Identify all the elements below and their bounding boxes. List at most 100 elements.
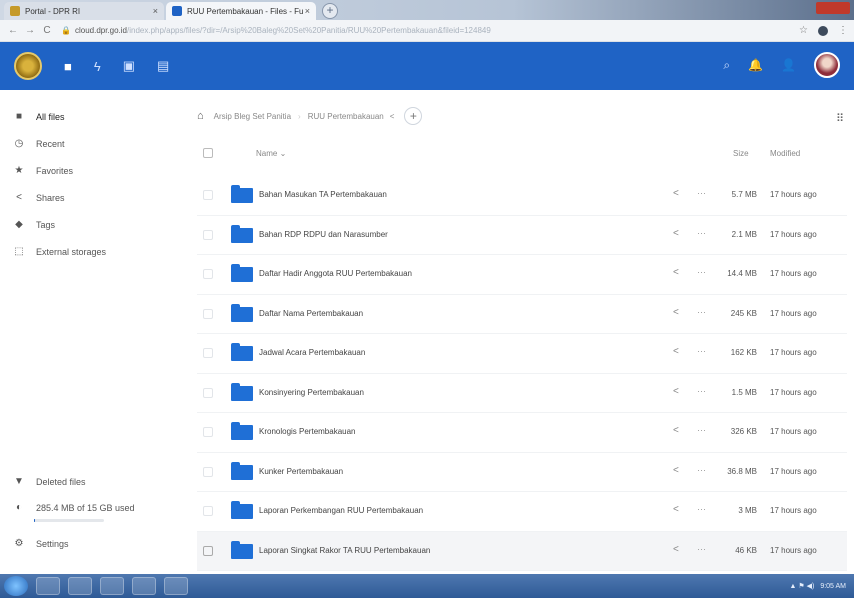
folder-icon[interactable] bbox=[231, 343, 253, 361]
column-header-modified[interactable]: Modified bbox=[770, 149, 800, 158]
file-name[interactable]: Konsinyering Pertembakauan bbox=[259, 388, 364, 397]
close-tab-icon[interactable]: × bbox=[153, 6, 158, 16]
share-icon[interactable]: < bbox=[673, 267, 679, 278]
column-header-name[interactable]: Name ⌄ bbox=[256, 149, 286, 158]
row-checkbox[interactable] bbox=[203, 308, 213, 319]
taskbar-app-word[interactable] bbox=[132, 577, 156, 595]
file-name[interactable]: Laporan Perkembangan RUU Pertembakauan bbox=[259, 506, 423, 515]
file-row[interactable]: Daftar Nama Pertembakauan < ··· 245 KB 17 ho… bbox=[197, 295, 847, 334]
file-row[interactable]: Jadwal Acara Pertembakauan < ··· 162 KB 17 h… bbox=[197, 334, 847, 374]
storage-quota[interactable]: ◐ 285.4 MB of 15 GB used bbox=[12, 502, 135, 513]
browser-tab-portal[interactable]: Portal - DPR RI × bbox=[4, 2, 164, 20]
file-row[interactable]: Bahan Masukan TA Pertembakauan < ··· 5.7 MB… bbox=[197, 176, 847, 216]
files-app-icon[interactable]: ■ bbox=[64, 59, 72, 74]
file-name[interactable]: Daftar Nama Pertembakauan bbox=[259, 309, 363, 318]
select-all-checkbox[interactable] bbox=[203, 148, 213, 158]
sidebar-item-shares[interactable]: < Shares bbox=[12, 192, 64, 203]
bookmark-star-icon[interactable]: ☆ bbox=[799, 25, 808, 36]
row-checkbox[interactable] bbox=[203, 190, 213, 200]
file-name[interactable]: Kunker Pertembakauan bbox=[259, 467, 343, 476]
start-button[interactable] bbox=[4, 576, 28, 596]
folder-icon[interactable] bbox=[231, 382, 253, 401]
share-icon[interactable]: < bbox=[673, 386, 679, 397]
taskbar-app-media[interactable] bbox=[100, 577, 124, 595]
folder-icon[interactable] bbox=[231, 501, 253, 519]
folder-icon[interactable] bbox=[231, 224, 253, 243]
breadcrumb-item[interactable]: Arsip Bleg Set Panitia bbox=[214, 112, 291, 121]
file-name[interactable]: Daftar Hadir Anggota RUU Pertembakauan bbox=[259, 269, 412, 278]
folder-icon[interactable] bbox=[231, 422, 253, 440]
window-close-button[interactable] bbox=[816, 2, 850, 14]
share-folder-icon[interactable]: < bbox=[390, 112, 395, 121]
share-icon[interactable]: < bbox=[673, 188, 679, 199]
forward-icon[interactable]: → bbox=[23, 25, 37, 36]
file-name[interactable]: Jadwal Acara Pertembakauan bbox=[259, 348, 365, 357]
url-field[interactable]: 🔒 cloud.dpr.go.id /index.php/apps/files/… bbox=[61, 23, 761, 39]
sidebar-item-all-files[interactable]: ■ All files bbox=[12, 111, 65, 122]
sidebar-item-external-storages[interactable]: ⬚ External storages bbox=[12, 246, 106, 257]
folder-icon[interactable] bbox=[231, 264, 253, 282]
column-header-size[interactable]: Size bbox=[733, 149, 749, 158]
folder-icon[interactable] bbox=[231, 461, 253, 480]
back-icon[interactable]: ← bbox=[6, 25, 20, 36]
search-icon[interactable]: ⌕ bbox=[723, 58, 730, 73]
folder-icon[interactable] bbox=[231, 540, 253, 559]
file-row[interactable]: Konsinyering Pertembakauan < ··· 1.5 MB 17 h… bbox=[197, 374, 847, 413]
taskbar-app-folder[interactable] bbox=[164, 577, 188, 595]
home-icon[interactable]: ⌂ bbox=[197, 110, 204, 122]
sidebar-item-deleted-files[interactable]: ▼ Deleted files bbox=[12, 476, 85, 487]
grid-view-toggle-icon[interactable]: ⠿ bbox=[836, 112, 844, 125]
file-row[interactable]: Laporan Singkat Rakor TA RUU Pertembakau… bbox=[197, 531, 847, 571]
add-new-button[interactable]: + bbox=[404, 107, 423, 125]
file-name[interactable]: Bahan RDP RDPU dan Narasumber bbox=[259, 230, 388, 239]
reload-icon[interactable]: C bbox=[40, 25, 54, 36]
sidebar-item-label: Recent bbox=[36, 138, 65, 149]
new-tab-button[interactable]: + bbox=[322, 3, 338, 19]
folder-icon[interactable] bbox=[231, 303, 253, 322]
sidebar-item-tags[interactable]: ◆ Tags bbox=[12, 219, 55, 230]
share-icon[interactable]: < bbox=[673, 307, 679, 318]
breadcrumb-item-current[interactable]: RUU Pertembakauan bbox=[308, 112, 384, 121]
file-row[interactable]: Laporan Perkembangan RUU Pertembakauan < ·… bbox=[197, 492, 847, 532]
user-avatar[interactable] bbox=[814, 52, 840, 78]
file-row[interactable]: Daftar Hadir Anggota RUU Pertembakauan < ·… bbox=[197, 255, 847, 295]
browser-menu-icon[interactable]: ⋮ bbox=[838, 25, 848, 36]
share-icon[interactable]: < bbox=[673, 346, 679, 357]
row-checkbox[interactable] bbox=[203, 545, 213, 556]
folder-icon[interactable] bbox=[231, 185, 253, 203]
gallery-app-icon[interactable]: ▣ bbox=[123, 58, 135, 74]
share-icon[interactable]: < bbox=[673, 465, 679, 476]
row-checkbox[interactable] bbox=[203, 269, 213, 279]
row-checkbox[interactable] bbox=[203, 387, 213, 398]
notifications-icon[interactable]: 🔔 bbox=[748, 58, 763, 72]
extension-icon[interactable] bbox=[818, 25, 828, 36]
sidebar-item-favorites[interactable]: ★ Favorites bbox=[12, 165, 74, 176]
row-checkbox[interactable] bbox=[203, 229, 213, 240]
sidebar-item-recent[interactable]: ◷ Recent bbox=[12, 138, 65, 149]
taskbar-app-explorer[interactable] bbox=[36, 577, 60, 595]
file-row[interactable]: Kronologis Pertembakauan < ··· 326 KB 17 hou… bbox=[197, 413, 847, 453]
activity-app-icon[interactable]: ϟ bbox=[94, 59, 101, 74]
row-checkbox[interactable] bbox=[203, 348, 213, 358]
file-row[interactable]: Bahan RDP RDPU dan Narasumber < ··· 2.1 MB 1… bbox=[197, 216, 847, 255]
dpr-logo[interactable] bbox=[14, 52, 42, 80]
browser-tab-files[interactable]: RUU Pertembakauan - Files - Fu × bbox=[166, 2, 316, 20]
taskbar-app-browser[interactable] bbox=[68, 577, 92, 595]
row-checkbox[interactable] bbox=[203, 506, 213, 516]
taskbar-clock[interactable]: 9:05 AM bbox=[820, 583, 846, 590]
file-name[interactable]: Laporan Singkat Rakor TA RUU Pertembakau… bbox=[259, 546, 430, 555]
share-icon[interactable]: < bbox=[673, 544, 679, 555]
contacts-icon[interactable]: 👤 bbox=[781, 58, 796, 72]
notes-app-icon[interactable]: ▤ bbox=[157, 58, 169, 74]
file-row[interactable]: Kunker Pertembakauan < ··· 36.8 MB 17 hours … bbox=[197, 453, 847, 492]
file-name[interactable]: Bahan Masukan TA Pertembakauan bbox=[259, 190, 387, 199]
share-icon[interactable]: < bbox=[673, 504, 679, 515]
share-icon[interactable]: < bbox=[673, 425, 679, 436]
share-icon[interactable]: < bbox=[673, 228, 679, 239]
sidebar-item-settings[interactable]: ⚙ Settings bbox=[12, 538, 69, 549]
row-checkbox[interactable] bbox=[203, 466, 213, 477]
close-tab-icon[interactable]: × bbox=[305, 6, 310, 16]
tray-icons[interactable]: ▲ ⚑ ◀) bbox=[790, 582, 815, 590]
row-checkbox[interactable] bbox=[203, 427, 213, 437]
file-name[interactable]: Kronologis Pertembakauan bbox=[259, 427, 356, 436]
